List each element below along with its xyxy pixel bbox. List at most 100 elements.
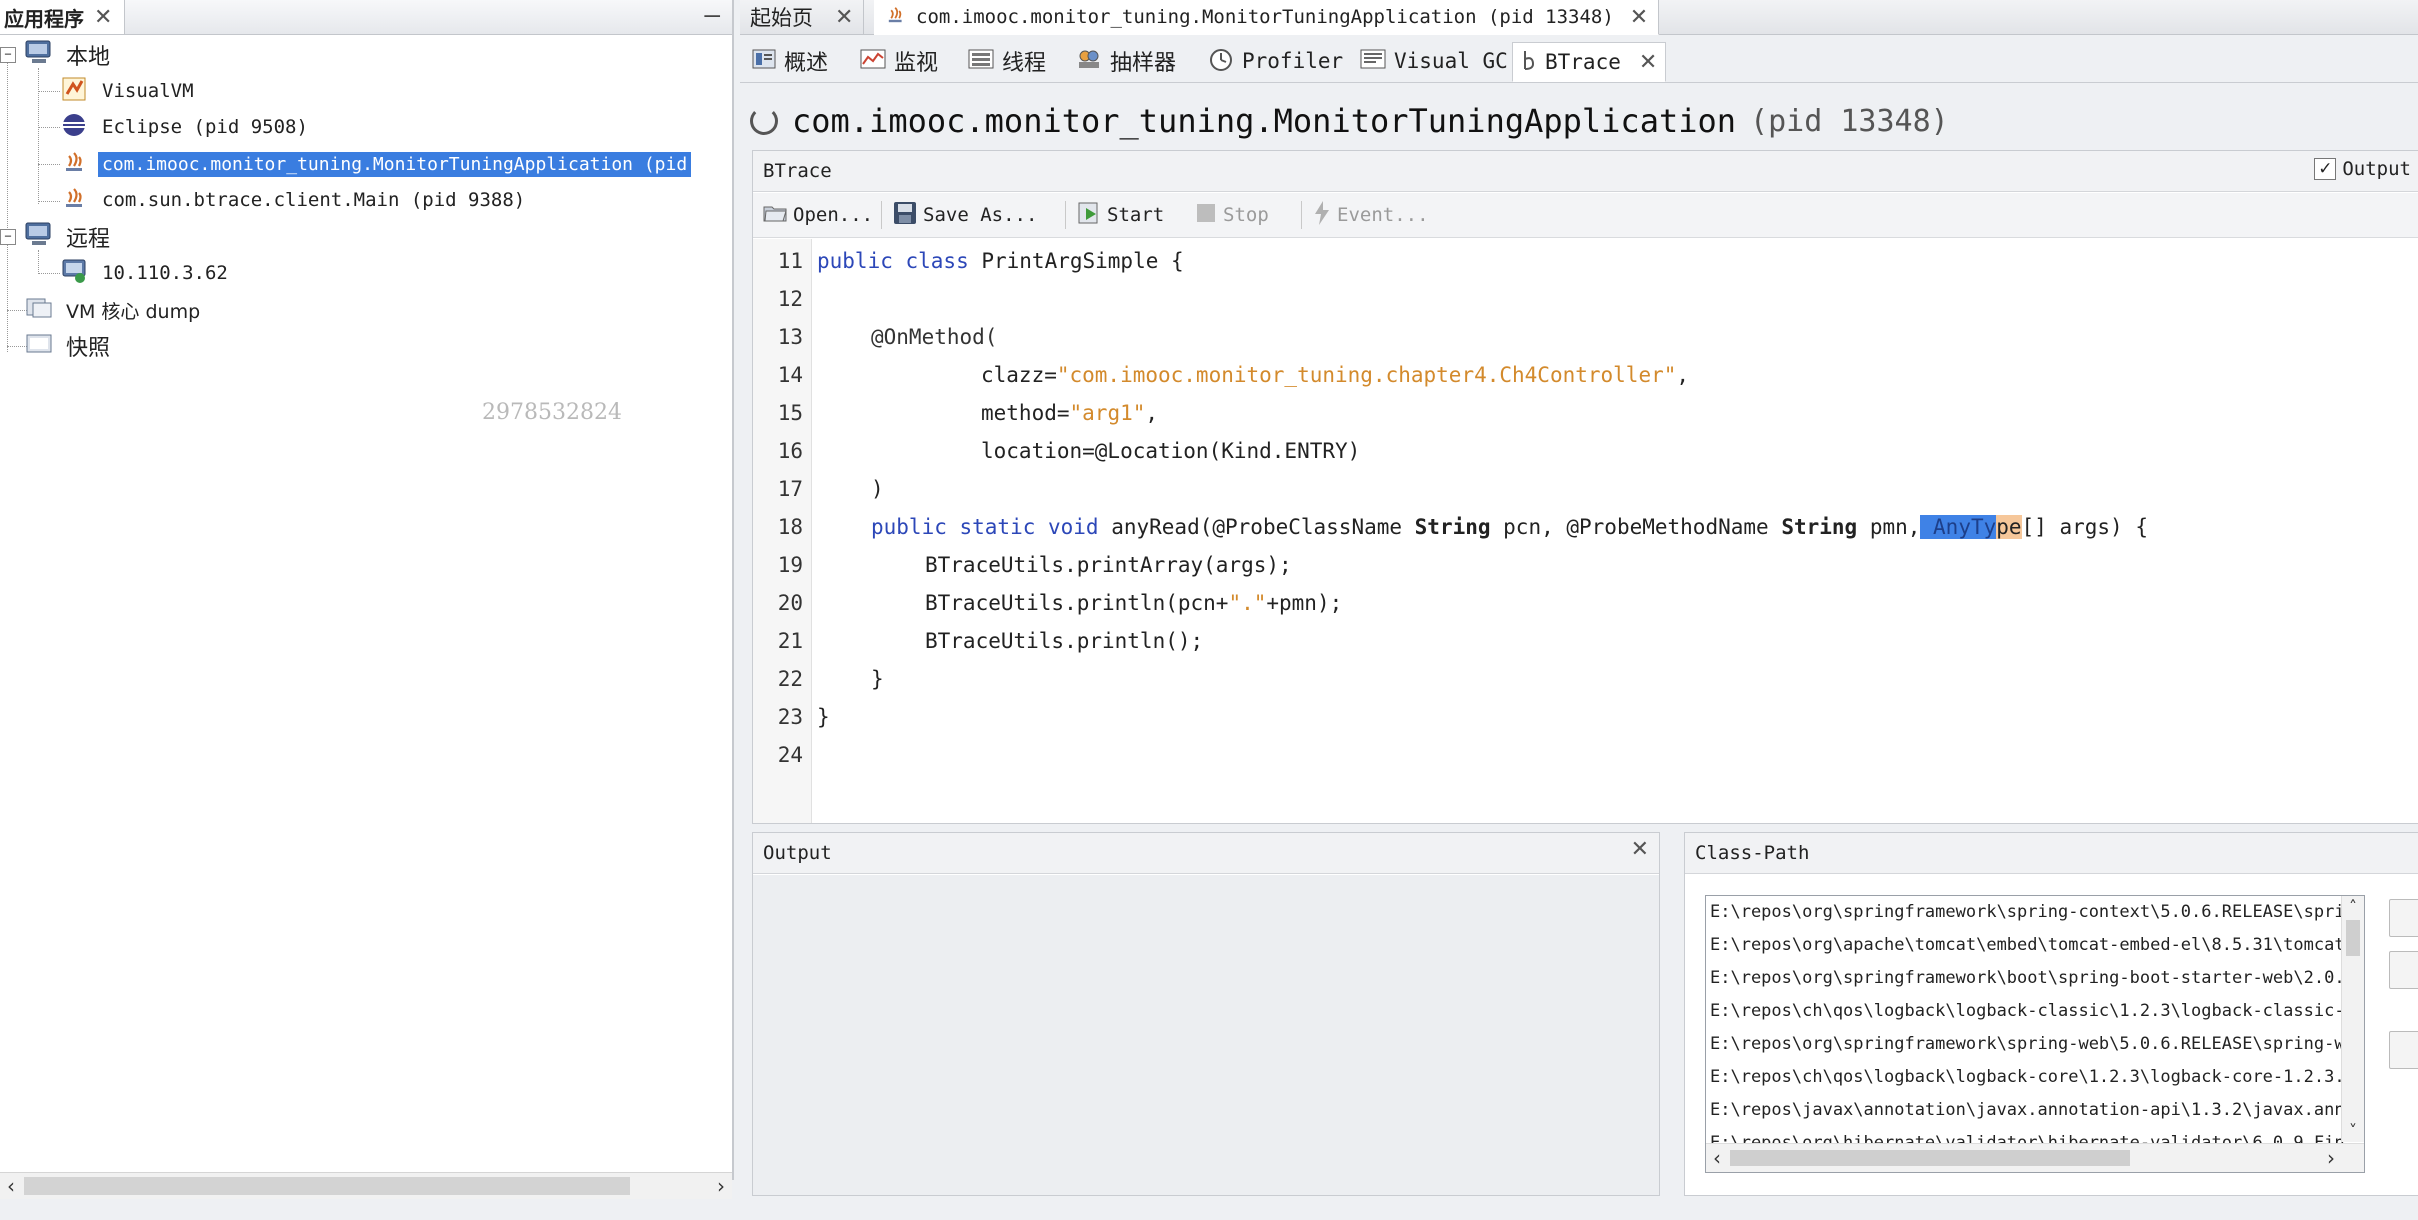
tree-node-monitor-app[interactable]: com.imooc.monitor_tuning.MonitorTuningAp… [60, 147, 692, 181]
tree-connector [38, 91, 60, 92]
java-app-icon [60, 184, 90, 217]
horizontal-scrollbar[interactable]: ‹ › [0, 1172, 732, 1199]
tab-threads[interactable]: 线程 [960, 42, 1054, 80]
tab-start-page[interactable]: 起始页 ✕ [740, 0, 865, 34]
watermark-text: 2978532824 [482, 400, 622, 425]
application-header: com.imooc.monitor_tuning.MonitorTuningAp… [750, 96, 1949, 146]
coredump-icon [24, 295, 54, 326]
classpath-panel-title: Class-Path [1695, 842, 1810, 864]
scrollbar-thumb[interactable] [2346, 920, 2360, 956]
tree-node-btrace-client[interactable]: com.sun.btrace.client.Main (pid 9388) [60, 183, 529, 217]
tree-node-remote-label: 远程 [66, 227, 111, 252]
code-text: location=@Location(Kind.ENTRY) [981, 439, 1361, 463]
event-button[interactable]: Event... [1307, 199, 1435, 231]
tab-overview-label: 概述 [784, 51, 829, 76]
close-icon[interactable]: ✕ [1639, 50, 1657, 75]
remove-classpath-button[interactable] [2389, 951, 2418, 989]
line-number: 14 [777, 363, 803, 387]
applications-tabbar: 应用程序 ✕ — [0, 0, 732, 35]
list-item[interactable]: E:\repos\ch\qos\logback\logback-core\1.2… [1710, 1067, 2355, 1087]
vertical-scrollbar[interactable]: ˄ ˅ [2341, 896, 2364, 1142]
remote-hosts-icon [24, 221, 54, 253]
code-type: String [1781, 515, 1858, 539]
list-item[interactable]: E:\repos\org\springframework\spring-cont… [1710, 902, 2364, 922]
tab-monitor[interactable]: 监视 [852, 42, 946, 80]
output-console[interactable] [753, 875, 1659, 1195]
tree-node-visualvm[interactable]: VisualVM [60, 74, 198, 108]
open-button[interactable]: Open... [757, 199, 879, 231]
scroll-right-icon[interactable]: › [2320, 1144, 2342, 1172]
code-text: , [1145, 401, 1159, 425]
tab-btrace[interactable]: BTrace ✕ [1512, 42, 1667, 82]
tree-node-local-label: 本地 [66, 45, 111, 70]
scroll-right-icon[interactable]: › [710, 1173, 732, 1199]
threads-icon [968, 48, 994, 75]
code-text: BTraceUtils.println(pcn+ [925, 591, 1229, 615]
code-text: ) [871, 477, 884, 501]
tree-connector [7, 62, 8, 352]
add-classpath-button[interactable] [2389, 899, 2418, 937]
start-button[interactable]: Start [1071, 199, 1170, 231]
list-item[interactable]: E:\repos\javax\annotation\javax.annotati… [1710, 1100, 2364, 1120]
main-area: 起始页 ✕ com.imooc.monitor_tuning.MonitorTu… [740, 0, 2418, 1200]
tab-visual-gc[interactable]: Visual GC [1352, 42, 1516, 80]
tab-overview[interactable]: 概述 [744, 42, 836, 80]
open-button-label: Open... [793, 204, 874, 226]
tree-node-remote-host[interactable]: 10.110.3.62 [60, 256, 232, 290]
line-number: 17 [777, 477, 803, 501]
classpath-action-button[interactable] [2389, 1031, 2418, 1069]
close-icon[interactable]: ✕ [94, 5, 112, 30]
checkbox-checked-icon[interactable]: ✓ [2314, 158, 2337, 180]
scroll-down-icon[interactable]: ˅ [2342, 1120, 2364, 1142]
list-item[interactable]: E:\repos\ch\qos\logback\logback-classic\… [1710, 1001, 2355, 1021]
list-item[interactable]: E:\repos\org\springframework\boot\spring… [1710, 968, 2355, 988]
output-toggle[interactable]: ✓ Output [2314, 158, 2411, 180]
output-panel-header: Output ✕ [753, 833, 1659, 874]
code-text: [] args) { [2021, 515, 2148, 539]
classpath-panel-header: Class-Path [1685, 833, 2418, 874]
code-line: } [817, 705, 830, 729]
horizontal-scrollbar[interactable]: ‹ › [1706, 1143, 2364, 1172]
line-number: 19 [777, 553, 803, 577]
list-item[interactable]: E:\repos\org\springframework\spring-web\… [1710, 1034, 2364, 1054]
scroll-up-icon[interactable]: ˄ [2342, 896, 2364, 918]
tree-node-snapshots[interactable]: 快照 [24, 329, 114, 363]
tab-threads-label: 线程 [1002, 51, 1047, 76]
stop-button[interactable]: Stop [1189, 199, 1275, 231]
tree-node-eclipse[interactable]: Eclipse (pid 9508) [60, 110, 312, 144]
classpath-list[interactable]: E:\repos\org\springframework\spring-cont… [1705, 895, 2365, 1173]
tree-node-eclipse-label: Eclipse (pid 9508) [102, 116, 308, 138]
tab-profiler[interactable]: Profiler [1200, 42, 1351, 80]
line-number: 22 [777, 667, 803, 691]
code-text: anyRead(@ProbeClassName [1098, 515, 1415, 539]
code-selection: AnyTy [1920, 515, 1997, 539]
remote-host-icon [60, 257, 90, 290]
collapse-toggle-icon[interactable]: − [0, 47, 16, 63]
tree-connector [38, 273, 60, 274]
tree-connector [38, 201, 60, 202]
tree-node-vm-coredump[interactable]: VM 核心 dump [24, 293, 204, 327]
event-icon [1313, 200, 1331, 231]
scrollbar-thumb[interactable] [1730, 1150, 2130, 1166]
scrollbar-thumb[interactable] [24, 1177, 630, 1195]
minimize-icon[interactable]: — [704, 0, 720, 30]
tab-monitor-app[interactable]: com.imooc.monitor_tuning.MonitorTuningAp… [874, 0, 1660, 35]
close-icon[interactable]: ✕ [835, 5, 853, 30]
close-icon[interactable]: ✕ [1630, 5, 1648, 30]
code-type: String [1414, 515, 1491, 539]
list-item[interactable]: E:\repos\org\apache\tomcat\embed\tomcat-… [1710, 935, 2345, 955]
start-icon [1077, 201, 1101, 230]
view-tabbar: 概述 监视 线程 抽样器 Profiler Visual GC BTrace ✕ [740, 40, 2418, 83]
tree-node-remote[interactable]: − 远程 [0, 220, 114, 254]
scroll-left-icon[interactable]: ‹ [0, 1173, 22, 1199]
close-icon[interactable]: ✕ [1631, 837, 1649, 862]
tab-applications[interactable]: 应用程序 ✕ [0, 0, 126, 34]
code-editor[interactable]: 11 12 13 14 15 16 17 18 19 20 21 22 23 2… [753, 239, 2418, 823]
tree-node-local[interactable]: − 本地 [0, 38, 114, 72]
code-text: method= [981, 401, 1070, 425]
scroll-left-icon[interactable]: ‹ [1706, 1144, 1728, 1172]
btrace-panel: BTrace ✓ Output Open... Save As... Start [752, 150, 2418, 824]
collapse-toggle-icon[interactable]: − [0, 229, 16, 245]
save-as-button[interactable]: Save As... [887, 199, 1043, 231]
tab-sampler[interactable]: 抽样器 [1068, 42, 1184, 80]
